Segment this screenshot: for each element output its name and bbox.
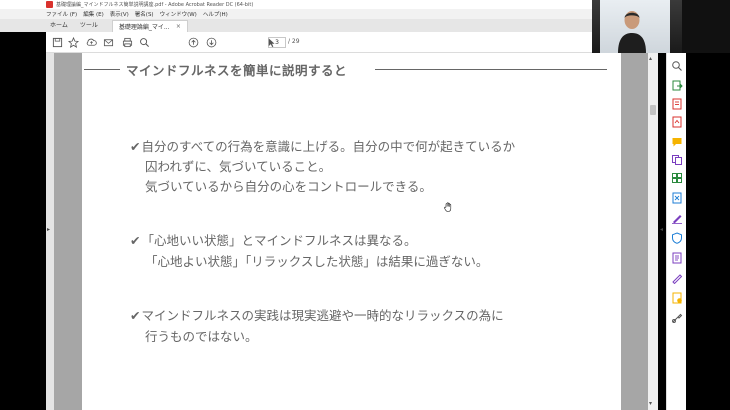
scroll-up-icon[interactable]: ▴: [649, 55, 652, 62]
scroll-thumb[interactable]: [650, 105, 656, 115]
create-pdf-icon[interactable]: [671, 113, 683, 128]
check-icon: ✔: [130, 308, 141, 323]
webcam-dark-area: [682, 0, 730, 53]
menu-bar: ファイル (F) 編集 (E) 表示(V) 署名(S) ウィンドウ(W) ヘルプ…: [0, 9, 592, 19]
menu-file[interactable]: ファイル (F): [46, 10, 77, 18]
compress-icon[interactable]: [671, 189, 683, 204]
redact-icon[interactable]: [671, 269, 683, 285]
toolbar: 3 / 29: [46, 32, 592, 53]
presenter-video: [618, 11, 646, 53]
protect-icon[interactable]: [671, 229, 683, 244]
menu-sign[interactable]: 署名(S): [135, 10, 154, 18]
tools-pane: [666, 53, 686, 410]
bullet-3-line-1: ✔マインドフルネスの実践は現実逃避や一時的なリラックスの為に: [130, 306, 504, 326]
slide-heading: マインドフルネスを簡単に説明すると: [126, 63, 348, 78]
select-cursor-icon[interactable]: [266, 37, 277, 48]
bullet-2-line-1: ✔「心地いい状態」とマインドフルネスは異なる。: [130, 231, 417, 251]
organize-icon[interactable]: [671, 169, 683, 183]
tab-document[interactable]: 基礎理論編_マイ... ×: [111, 20, 188, 32]
menu-window[interactable]: ウィンドウ(W): [160, 10, 197, 18]
bullet-2-line-2: 「心地よい状態」「リラックスした状態」は結果に過ぎない。: [145, 254, 489, 269]
right-panel-toggle-icon[interactable]: ◂: [660, 226, 663, 233]
bookmark-icon[interactable]: [68, 37, 79, 48]
hand-cursor-icon: [444, 202, 453, 215]
title-bar: 基礎理論編_マインドフルネス簡単説明講座.pdf - Adobe Acrobat…: [0, 0, 592, 9]
search-icon[interactable]: [139, 37, 150, 48]
tab-close-icon[interactable]: ×: [176, 23, 181, 30]
fill-sign-icon[interactable]: [671, 209, 683, 224]
print-icon[interactable]: [122, 37, 133, 48]
left-panel-toggle-icon[interactable]: ▸: [47, 226, 50, 233]
export-pdf-icon[interactable]: [671, 77, 683, 91]
scroll-down-icon[interactable]: ▾: [649, 400, 652, 407]
bullet-text: 自分のすべての行為を意識に上げる。自分の中で何が起きているか: [141, 139, 516, 154]
save-icon[interactable]: [52, 37, 63, 48]
send-icon[interactable]: [671, 289, 683, 304]
menu-edit[interactable]: 編集 (E): [83, 10, 104, 18]
tab-bar: ホーム ツール 基礎理論編_マイ... ×: [0, 19, 592, 32]
page-up-icon[interactable]: [188, 37, 199, 48]
page-down-icon[interactable]: [206, 37, 217, 48]
zoom-icon[interactable]: [671, 57, 683, 71]
tab-home[interactable]: ホーム: [46, 20, 76, 32]
bullet-1-line-3: 気づいているから自分の心をコントロールできる。: [145, 179, 432, 194]
heading-rule-left: [84, 69, 120, 70]
bullet-text: マインドフルネスの実践は現実逃避や一時的なリラックスの為に: [141, 308, 504, 323]
page-total: / 29: [288, 38, 300, 45]
tab-document-label: 基礎理論編_マイ...: [118, 24, 170, 31]
menu-view[interactable]: 表示(V): [110, 10, 129, 18]
window-title: 基礎理論編_マインドフルネス簡単説明講座.pdf - Adobe Acrobat…: [56, 2, 254, 8]
heading-rule-right: [375, 69, 607, 70]
bullet-1-line-1: ✔自分のすべての行為を意識に上げる。自分の中で何が起きているか: [130, 137, 515, 157]
edit-pdf-icon[interactable]: [671, 95, 683, 110]
comment-tool-icon[interactable]: [671, 133, 683, 147]
check-icon: ✔: [130, 139, 141, 154]
scan-icon[interactable]: [671, 249, 683, 264]
bullet-text: 「心地いい状態」とマインドフルネスは異なる。: [141, 233, 417, 248]
combine-icon[interactable]: [671, 151, 683, 165]
more-tools-icon[interactable]: [671, 309, 683, 323]
check-icon: ✔: [130, 233, 141, 248]
mail-icon[interactable]: [103, 37, 114, 48]
bullet-3-line-2: 行うものではない。: [145, 329, 258, 344]
acrobat-logo-icon: [46, 1, 53, 8]
webcam-overlay: [592, 0, 730, 53]
acrobat-window: 基礎理論編_マインドフルネス簡単説明講座.pdf - Adobe Acrobat…: [0, 0, 730, 410]
tab-tools[interactable]: ツール: [76, 20, 106, 32]
menu-help[interactable]: ヘルプ(H): [203, 10, 228, 18]
bullet-1-line-2: 囚われずに、気づいていること。: [145, 159, 332, 174]
upload-icon[interactable]: [86, 37, 97, 48]
